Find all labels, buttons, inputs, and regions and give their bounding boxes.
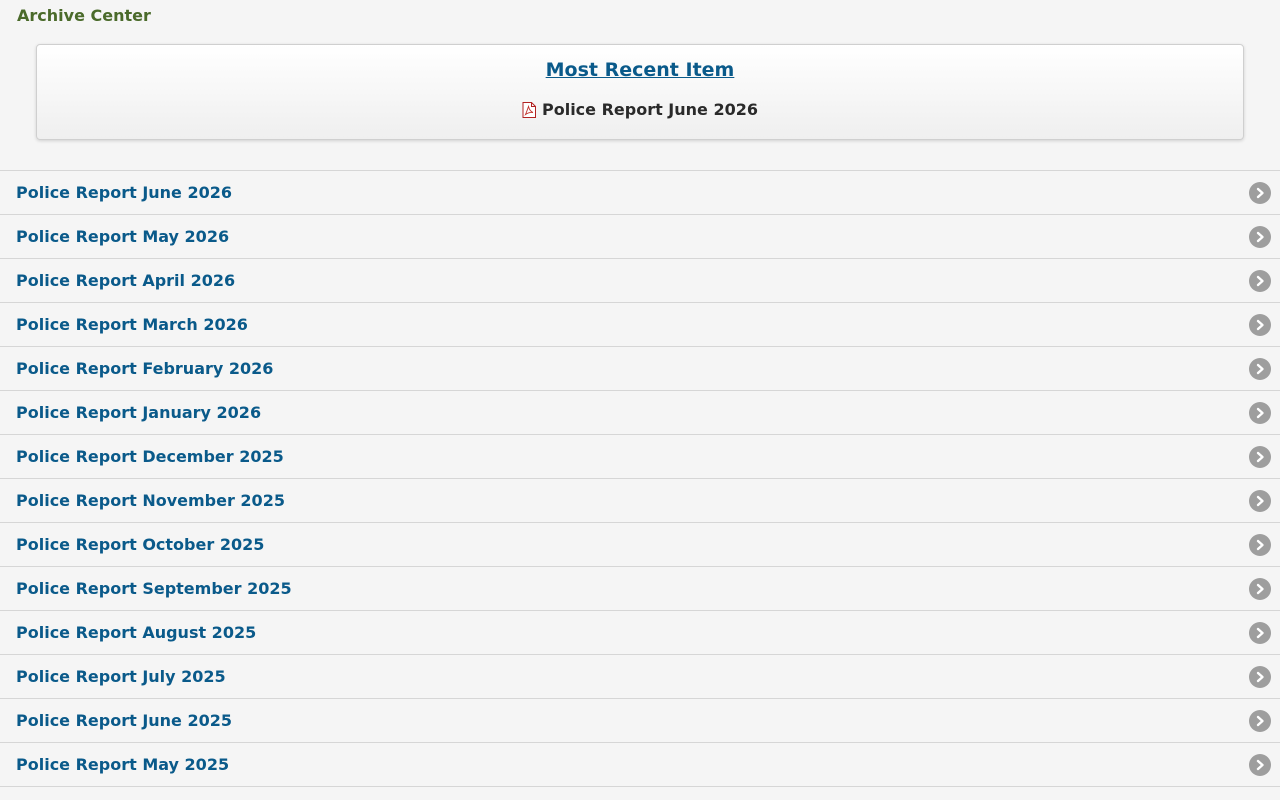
- list-item[interactable]: Police Report January 2026: [0, 391, 1280, 435]
- list-item[interactable]: Police Report July 2025: [0, 655, 1280, 699]
- chevron-right-circle-icon[interactable]: [1249, 489, 1271, 512]
- list-item-label[interactable]: Police Report March 2026: [16, 315, 248, 334]
- list-item[interactable]: Police Report May 2026: [0, 215, 1280, 259]
- chevron-right-circle-icon[interactable]: [1249, 357, 1271, 380]
- list-item-label[interactable]: Police Report May 2026: [16, 227, 229, 246]
- list-item-label[interactable]: Police Report August 2025: [16, 623, 256, 642]
- chevron-right-circle-icon[interactable]: [1249, 269, 1271, 292]
- list-item[interactable]: Police Report June 2025: [0, 699, 1280, 743]
- most-recent-item-entry[interactable]: Police Report June 2026: [522, 100, 758, 119]
- list-item-label[interactable]: Police Report July 2025: [16, 667, 226, 686]
- list-item-label[interactable]: Police Report October 2025: [16, 535, 264, 554]
- pdf-icon: [522, 101, 536, 118]
- list-item-label[interactable]: Police Report September 2025: [16, 579, 292, 598]
- list-item[interactable]: Police Report April 2026: [0, 259, 1280, 303]
- list-item[interactable]: Police Report November 2025: [0, 479, 1280, 523]
- list-item[interactable]: Police Report December 2025: [0, 435, 1280, 479]
- list-item[interactable]: Police Report March 2026: [0, 303, 1280, 347]
- chevron-right-circle-icon[interactable]: [1249, 225, 1271, 248]
- chevron-right-circle-icon[interactable]: [1249, 445, 1271, 468]
- most-recent-item-link[interactable]: Most Recent Item: [546, 59, 735, 81]
- list-item-label[interactable]: Police Report June 2025: [16, 711, 232, 730]
- list-item[interactable]: Police Report September 2025: [0, 567, 1280, 611]
- chevron-right-circle-icon[interactable]: [1249, 181, 1271, 204]
- list-item-label[interactable]: Police Report January 2026: [16, 403, 261, 422]
- chevron-right-circle-icon[interactable]: [1249, 621, 1271, 644]
- chevron-right-circle-icon[interactable]: [1249, 533, 1271, 556]
- list-item-label[interactable]: Police Report November 2025: [16, 491, 285, 510]
- list-item-label[interactable]: Police Report December 2025: [16, 447, 284, 466]
- chevron-right-circle-icon[interactable]: [1249, 401, 1271, 424]
- chevron-right-circle-icon[interactable]: [1249, 313, 1271, 336]
- archive-list: Police Report June 2026 Police Report May…: [0, 170, 1280, 787]
- list-item[interactable]: Police Report May 2025: [0, 743, 1280, 787]
- chevron-right-circle-icon[interactable]: [1249, 753, 1271, 776]
- list-item-label[interactable]: Police Report February 2026: [16, 359, 273, 378]
- chevron-right-circle-icon[interactable]: [1249, 577, 1271, 600]
- list-item-label[interactable]: Police Report May 2025: [16, 755, 229, 774]
- list-item-label[interactable]: Police Report April 2026: [16, 271, 235, 290]
- list-item[interactable]: Police Report February 2026: [0, 347, 1280, 391]
- page-title: Archive Center: [17, 5, 151, 25]
- chevron-right-circle-icon[interactable]: [1249, 709, 1271, 732]
- most-recent-item-panel: Most Recent Item Police Report June 2026: [36, 44, 1244, 140]
- archive-center-header: Archive Center: [0, 0, 1280, 30]
- most-recent-item-label[interactable]: Police Report June 2026: [542, 100, 758, 119]
- chevron-right-circle-icon[interactable]: [1249, 665, 1271, 688]
- list-item[interactable]: Police Report October 2025: [0, 523, 1280, 567]
- list-item[interactable]: Police Report June 2026: [0, 171, 1280, 215]
- list-item-label[interactable]: Police Report June 2026: [16, 183, 232, 202]
- list-item[interactable]: Police Report August 2025: [0, 611, 1280, 655]
